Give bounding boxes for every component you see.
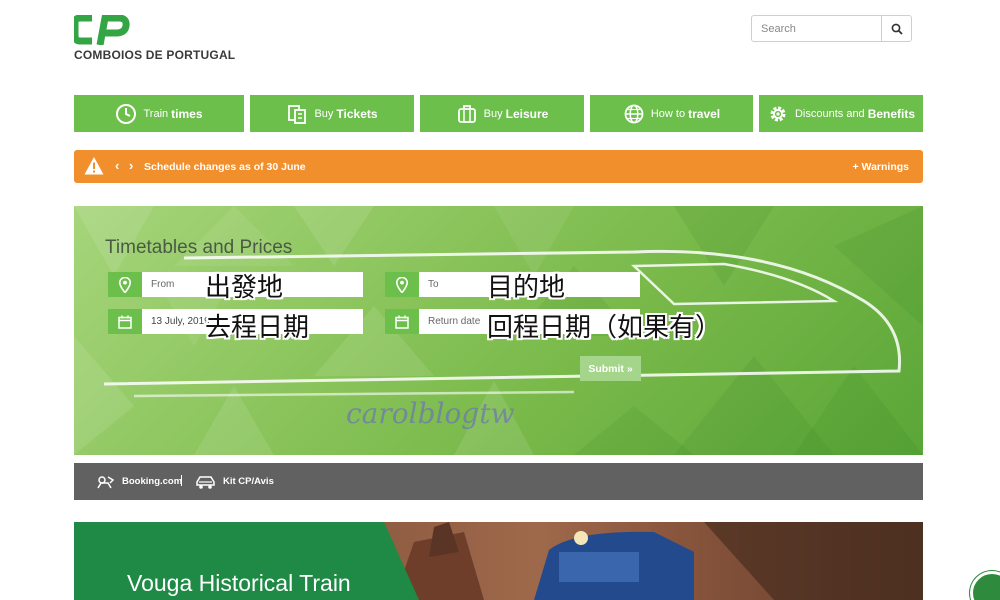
bed-icon xyxy=(97,475,115,488)
nav-label-bold: Leisure xyxy=(505,106,549,121)
annotation-return: 回程日期（如果有） xyxy=(487,313,722,343)
warning-text[interactable]: Schedule changes as of 30 June xyxy=(144,161,306,173)
nav-buy-tickets[interactable]: Buy Tickets xyxy=(250,95,414,132)
kit-label: Kit CP/Avis xyxy=(223,476,274,487)
warnings-link[interactable]: + Warnings xyxy=(853,161,910,173)
warning-next-button[interactable]: › xyxy=(129,158,133,173)
gear-icon xyxy=(767,103,789,125)
search-icon xyxy=(891,23,903,35)
annotation-to: 目的地 xyxy=(487,273,566,303)
tickets-icon xyxy=(286,103,308,125)
train-illustration xyxy=(374,522,923,600)
nav-discounts-benefits[interactable]: Discounts and Benefits xyxy=(759,95,923,132)
calendar-icon xyxy=(385,309,419,334)
nav-label: Discounts and xyxy=(794,107,865,120)
warning-bar: ‹ › Schedule changes as of 30 June + War… xyxy=(74,150,923,183)
journey-planner: Timetables and Prices 出發地 目的地 去程日期 回程日期（… xyxy=(74,206,923,455)
cp-logo[interactable]: COMBOIOS DE PORTUGAL xyxy=(74,15,235,63)
calendar-icon xyxy=(108,309,142,334)
logo-text: COMBOIOS DE PORTUGAL xyxy=(74,48,236,62)
warning-prev-button[interactable]: ‹ xyxy=(115,158,119,173)
promo-banner[interactable]: Vouga Historical Train xyxy=(74,522,923,600)
warning-icon xyxy=(84,157,104,175)
nav-label-bold: Tickets xyxy=(336,106,378,121)
suitcase-icon xyxy=(456,103,478,125)
clock-icon xyxy=(115,103,137,125)
booking-label: Booking.com xyxy=(122,476,183,487)
nav-train-times[interactable]: Train times xyxy=(74,95,244,132)
nav-label-bold: travel xyxy=(688,106,721,121)
annotation-date: 去程日期 xyxy=(205,313,310,343)
kit-cp-avis-link[interactable]: Kit CP/Avis xyxy=(195,463,274,500)
car-icon xyxy=(196,475,215,489)
globe-icon xyxy=(623,103,645,125)
watermark-text: carolblogtw xyxy=(346,397,515,430)
chat-bubble-icon[interactable] xyxy=(970,571,1000,600)
search-box xyxy=(751,15,912,42)
nav-label-bold: Benefits xyxy=(867,106,916,121)
partner-separator xyxy=(181,475,182,486)
nav-buy-leisure[interactable]: Buy Leisure xyxy=(420,95,584,132)
historic-train-photo xyxy=(374,522,923,600)
annotation-from: 出發地 xyxy=(205,273,284,303)
planner-title: Timetables and Prices xyxy=(105,237,293,258)
search-input[interactable] xyxy=(752,16,881,41)
location-pin-icon xyxy=(108,272,142,297)
nav-how-to-travel[interactable]: How to travel xyxy=(590,95,753,132)
nav-label-bold: times xyxy=(171,106,203,121)
banner-title: Vouga Historical Train xyxy=(127,570,351,596)
partner-bar: Booking.com Kit CP/Avis xyxy=(74,463,923,500)
location-pin-icon xyxy=(385,272,419,297)
nav-label: How to xyxy=(650,107,686,120)
nav-label: Buy xyxy=(314,107,334,120)
search-button[interactable] xyxy=(881,16,911,41)
cp-logo-mark xyxy=(74,15,130,45)
nav-label: Buy xyxy=(483,107,503,120)
main-nav: Train times Buy Tickets Buy Leisure How to t… xyxy=(74,95,923,132)
nav-label: Train xyxy=(143,107,169,120)
booking-link[interactable]: Booking.com xyxy=(96,463,182,500)
submit-button[interactable]: Submit » xyxy=(580,356,641,381)
